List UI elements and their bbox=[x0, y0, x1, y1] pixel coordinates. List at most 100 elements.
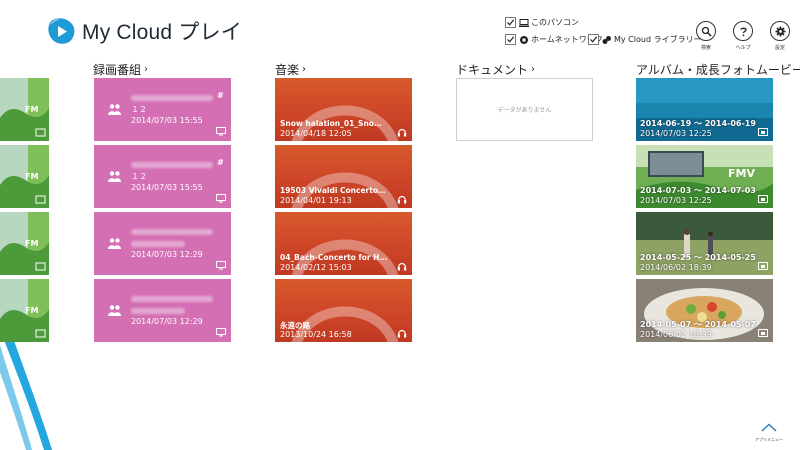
music-date: 2014/04/18 12:05 bbox=[280, 129, 352, 138]
chevron-up-icon bbox=[761, 423, 777, 432]
recording-tile[interactable]: # １２ 2014/07/03 15:55 bbox=[94, 145, 231, 208]
photo-icon bbox=[758, 329, 768, 337]
filter-label-library: My Cloud ライブラリー bbox=[614, 35, 702, 44]
search-icon bbox=[701, 26, 712, 37]
album-range: 2014-05-25 ～ 2014-05-25 bbox=[640, 253, 756, 262]
album-tile[interactable]: FMV 2014-07-03 ～ 2014-07-03 2014/07/03 1… bbox=[636, 145, 773, 208]
recording-date: 2014/07/03 15:55 bbox=[131, 116, 203, 125]
music-tile[interactable]: 04_Bach-Concerto for Ha… 2014/02/12 15:0… bbox=[275, 212, 412, 275]
people-icon bbox=[108, 171, 121, 182]
recording-tile[interactable]: 2014/07/03 12:29 bbox=[94, 279, 231, 342]
music-tile[interactable]: 19503 Vivaldi Concerto i… 2014/04/01 19:… bbox=[275, 145, 412, 208]
recording-title-blurred bbox=[131, 296, 213, 302]
left-thumbnail[interactable]: FM bbox=[0, 279, 49, 342]
svg-text:FM: FM bbox=[25, 105, 38, 114]
headphones-icon bbox=[397, 128, 407, 137]
music-date: 2014/04/01 19:13 bbox=[280, 196, 352, 205]
tv-icon bbox=[216, 261, 226, 270]
left-thumbnail[interactable]: FM bbox=[0, 212, 49, 275]
album-tile[interactable]: 2014-05-07 ～ 2014-05-07 2014/06/02 18:39 bbox=[636, 279, 773, 342]
album-date: 2014/07/03 12:25 bbox=[640, 196, 712, 205]
music-title: 04_Bach-Concerto for Ha… bbox=[280, 253, 388, 262]
checkbox-home-network[interactable] bbox=[505, 34, 516, 45]
checkbox-this-pc[interactable] bbox=[505, 17, 516, 28]
recording-number: １２ bbox=[131, 172, 147, 181]
settings-button[interactable]: 設定 bbox=[767, 21, 793, 51]
svg-text:FMV: FMV bbox=[728, 167, 755, 180]
recording-title-blurred bbox=[131, 162, 213, 168]
music-heading[interactable]: 音楽 › bbox=[275, 61, 306, 78]
recording-mark: # bbox=[217, 158, 224, 167]
headphones-icon bbox=[397, 195, 407, 204]
album-date: 2014/06/02 18:39 bbox=[640, 330, 712, 339]
recording-mark: # bbox=[217, 91, 224, 100]
tv-icon bbox=[216, 127, 226, 136]
search-button-label: 検索 bbox=[700, 45, 711, 51]
svg-text:FM: FM bbox=[25, 239, 38, 248]
recording-date: 2014/07/03 15:55 bbox=[131, 183, 203, 192]
gear-icon bbox=[775, 26, 785, 36]
search-button[interactable]: 検索 bbox=[693, 21, 719, 51]
recording-date: 2014/07/03 12:29 bbox=[131, 317, 203, 326]
music-tile[interactable]: 永遠の路 2013/10/24 16:58 bbox=[275, 279, 412, 342]
filter-label-this-pc: このパソコン bbox=[531, 18, 579, 27]
chevron-right-icon: › bbox=[531, 64, 536, 75]
app-logo-icon bbox=[48, 18, 75, 44]
people-icon bbox=[108, 238, 121, 249]
recordings-heading[interactable]: 録画番組 › bbox=[93, 61, 148, 78]
chevron-right-icon: › bbox=[302, 64, 307, 75]
photo-icon bbox=[758, 128, 768, 136]
settings-button-label: 設定 bbox=[774, 45, 785, 51]
tv-icon bbox=[216, 328, 226, 337]
home-network-icon bbox=[520, 35, 528, 44]
album-tile[interactable]: 2014-05-25 ～ 2014-05-25 2014/06/02 18:39 bbox=[636, 212, 773, 275]
album-range: 2014-05-07 ～ 2014-05-07 bbox=[640, 320, 756, 329]
recording-tile[interactable]: # １２ 2014/07/03 15:55 bbox=[94, 78, 231, 141]
filter-this-pc[interactable]: このパソコン bbox=[505, 17, 579, 28]
music-date: 2014/02/12 15:03 bbox=[280, 263, 352, 272]
left-thumbnail[interactable]: FM bbox=[0, 78, 49, 141]
album-tile[interactable]: 2014-06-19 ～ 2014-06-19 2014/07/03 12:25 bbox=[636, 78, 773, 141]
music-date: 2013/10/24 16:58 bbox=[280, 330, 352, 339]
app-menu-label: アプリメニュー bbox=[755, 437, 783, 442]
recording-number: １２ bbox=[131, 105, 147, 114]
album-range: 2014-07-03 ～ 2014-07-03 bbox=[640, 186, 756, 195]
people-icon bbox=[108, 104, 121, 115]
tv-icon bbox=[216, 194, 226, 203]
people-icon bbox=[108, 305, 121, 316]
documents-empty-text: データがありません bbox=[497, 107, 552, 114]
photo-icon bbox=[758, 262, 768, 270]
recording-tile[interactable]: 2014/07/03 12:29 bbox=[94, 212, 231, 275]
svg-text:FM: FM bbox=[25, 306, 38, 315]
app-logo: My Cloud プレイ bbox=[46, 14, 242, 48]
music-title: 19503 Vivaldi Concerto i… bbox=[280, 186, 388, 195]
svg-text:FM: FM bbox=[25, 172, 38, 181]
recording-title-blurred bbox=[131, 229, 213, 235]
help-button-label: ヘルプ bbox=[735, 45, 751, 51]
library-icon bbox=[602, 35, 611, 44]
recording-title-blurred bbox=[131, 95, 213, 101]
music-title: Snow halation_01_Snow… bbox=[280, 119, 388, 128]
filter-library[interactable]: My Cloud ライブラリー bbox=[588, 34, 702, 45]
headphones-icon bbox=[397, 262, 407, 271]
help-icon bbox=[739, 27, 747, 36]
albums-heading[interactable]: アルバム・成長フォトムービー› bbox=[636, 61, 800, 78]
photo-icon bbox=[758, 195, 768, 203]
documents-heading[interactable]: ドキュメント › bbox=[456, 61, 535, 78]
app-title: My Cloud プレイ bbox=[82, 21, 242, 44]
documents-empty-box: データがありません bbox=[456, 78, 593, 141]
headphones-icon bbox=[397, 329, 407, 338]
recording-subtitle-blurred bbox=[131, 308, 185, 314]
recording-subtitle-blurred bbox=[131, 241, 185, 247]
checkbox-library[interactable] bbox=[588, 34, 599, 45]
album-range: 2014-06-19 ～ 2014-06-19 bbox=[640, 119, 756, 128]
help-button[interactable]: ヘルプ bbox=[730, 21, 756, 51]
pc-icon bbox=[519, 18, 529, 27]
album-date: 2014/07/03 12:25 bbox=[640, 129, 712, 138]
album-date: 2014/06/02 18:39 bbox=[640, 263, 712, 272]
recording-date: 2014/07/03 12:29 bbox=[131, 250, 203, 259]
music-tile[interactable]: Snow halation_01_Snow… 2014/04/18 12:05 bbox=[275, 78, 412, 141]
app-menu-button[interactable]: アプリメニュー bbox=[755, 417, 783, 443]
left-thumbnail[interactable]: FM bbox=[0, 145, 49, 208]
chevron-right-icon: › bbox=[144, 64, 149, 75]
